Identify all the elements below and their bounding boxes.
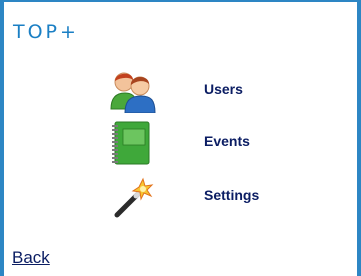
app-frame: TOP+ Users Events Settings Back bbox=[0, 0, 361, 276]
back-link[interactable]: Back bbox=[12, 248, 50, 268]
notebook-icon bbox=[109, 121, 157, 165]
app-logo: TOP+ bbox=[13, 21, 79, 43]
users-icon bbox=[109, 69, 157, 114]
menu-item-events[interactable]: Events bbox=[109, 121, 309, 165]
menu-item-users-label: Users bbox=[204, 81, 243, 97]
menu-item-settings[interactable]: Settings bbox=[109, 175, 309, 219]
magic-wand-icon bbox=[109, 175, 157, 219]
menu-item-events-label: Events bbox=[204, 133, 250, 149]
menu-item-settings-label: Settings bbox=[204, 187, 260, 203]
menu-item-users[interactable]: Users bbox=[109, 69, 309, 114]
